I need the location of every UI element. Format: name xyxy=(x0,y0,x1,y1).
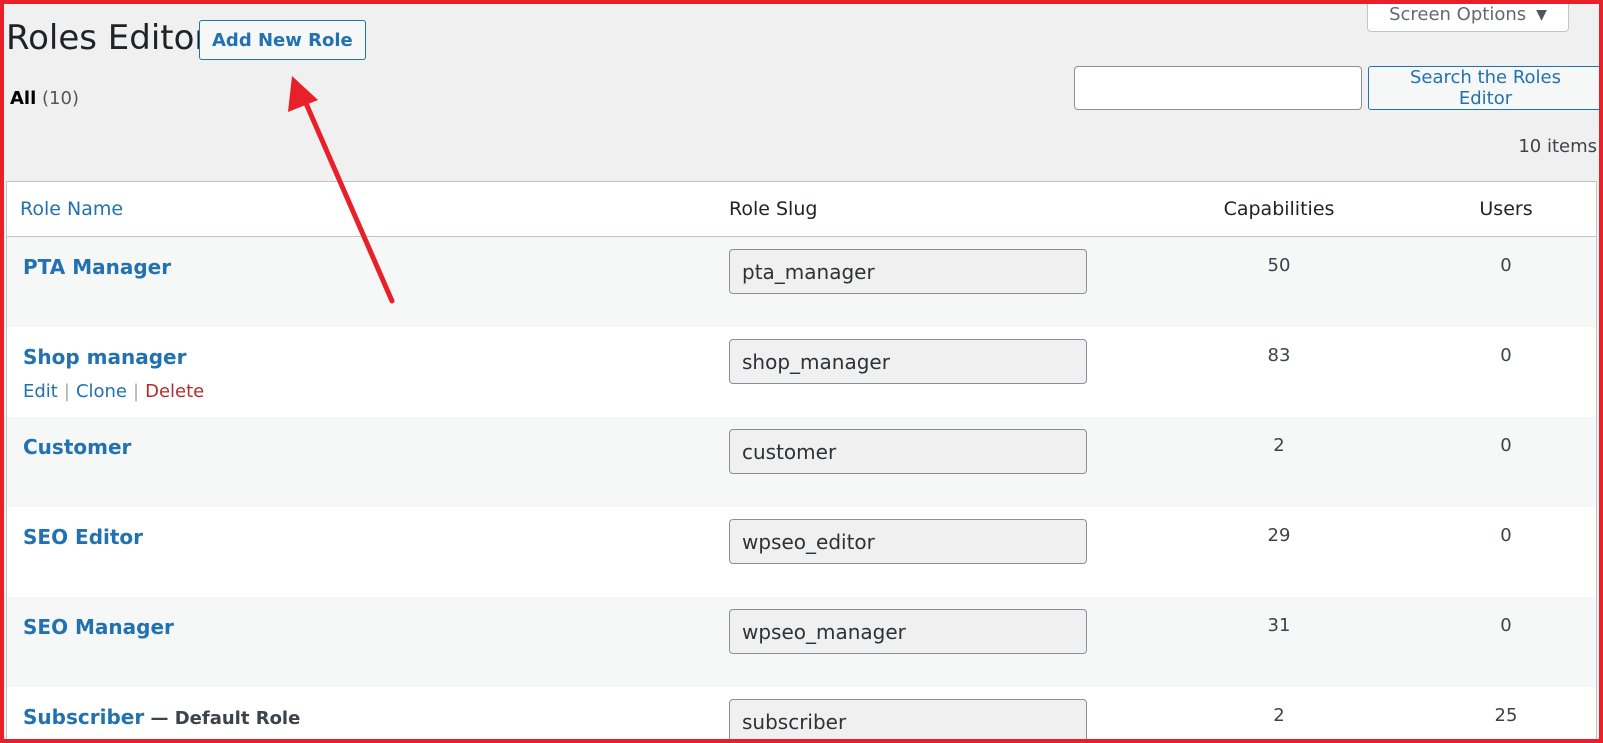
search-roles-button[interactable]: Search the Roles Editor xyxy=(1368,66,1603,110)
role-name-link[interactable]: SEO Manager xyxy=(23,615,174,639)
filter-all[interactable]: All (10) xyxy=(10,88,79,109)
table-header: Role Name Role Slug Capabilities Users xyxy=(7,182,1596,237)
role-name-link[interactable]: SEO Editor xyxy=(23,525,143,549)
column-capabilities: Capabilities xyxy=(1223,198,1335,220)
edit-link[interactable]: Edit xyxy=(23,381,58,402)
capabilities-count: 2 xyxy=(1273,435,1285,456)
filter-all-label: All xyxy=(10,88,37,109)
users-count: 0 xyxy=(1500,615,1512,636)
table-row: Subscriber — Default Role subscriber 2 2… xyxy=(7,687,1596,740)
users-count: 0 xyxy=(1500,435,1512,456)
screen-options-label: Screen Options xyxy=(1389,4,1527,25)
search-input[interactable] xyxy=(1074,66,1362,110)
delete-link[interactable]: Delete xyxy=(145,381,204,402)
role-slug-field[interactable]: wpseo_manager xyxy=(729,609,1087,654)
capabilities-count: 83 xyxy=(1267,345,1291,366)
filter-all-count: (10) xyxy=(42,88,79,109)
add-new-role-button[interactable]: Add New Role xyxy=(199,20,366,60)
column-role-name[interactable]: Role Name xyxy=(20,198,123,220)
row-actions: Edit | Clone | Delete xyxy=(23,381,205,402)
role-name-link[interactable]: Shop manager xyxy=(23,345,186,369)
role-name-link[interactable]: Customer xyxy=(23,435,131,459)
table-row: SEO Editor wpseo_editor 29 0 xyxy=(7,507,1596,597)
capabilities-count: 29 xyxy=(1267,525,1291,546)
role-name-link[interactable]: PTA Manager xyxy=(23,255,171,279)
default-role-note: — Default Role xyxy=(144,708,301,729)
role-slug-field[interactable]: wpseo_editor xyxy=(729,519,1087,564)
capabilities-count: 31 xyxy=(1267,615,1291,636)
users-count: 0 xyxy=(1500,525,1512,546)
table-row: PTA Manager pta_manager 50 0 xyxy=(7,237,1596,327)
role-slug-field[interactable]: customer xyxy=(729,429,1087,474)
triangle-down-icon: ▼ xyxy=(1536,6,1547,23)
clone-link[interactable]: Clone xyxy=(76,381,127,402)
page-title: Roles Editor xyxy=(6,18,209,58)
role-slug-field[interactable]: subscriber xyxy=(729,699,1087,740)
table-row: SEO Manager wpseo_manager 31 0 xyxy=(7,597,1596,687)
items-count: 10 items xyxy=(1518,136,1597,157)
column-users: Users xyxy=(1479,198,1533,220)
role-slug-field[interactable]: pta_manager xyxy=(729,249,1087,294)
capabilities-count: 2 xyxy=(1273,705,1285,726)
column-role-slug: Role Slug xyxy=(729,198,818,220)
role-name-link[interactable]: Subscriber — Default Role xyxy=(23,705,300,729)
table-row: Shop manager Edit | Clone | Delete shop_mana… xyxy=(7,327,1596,417)
screen-options-button[interactable]: Screen Options ▼ xyxy=(1367,0,1569,32)
users-count: 0 xyxy=(1500,345,1512,366)
capabilities-count: 50 xyxy=(1267,255,1291,276)
table-row: Customer customer 2 0 xyxy=(7,417,1596,507)
users-count: 0 xyxy=(1500,255,1512,276)
role-slug-field[interactable]: shop_manager xyxy=(729,339,1087,384)
roles-table: Role Name Role Slug Capabilities Users P… xyxy=(6,181,1597,741)
users-count: 25 xyxy=(1494,705,1518,726)
